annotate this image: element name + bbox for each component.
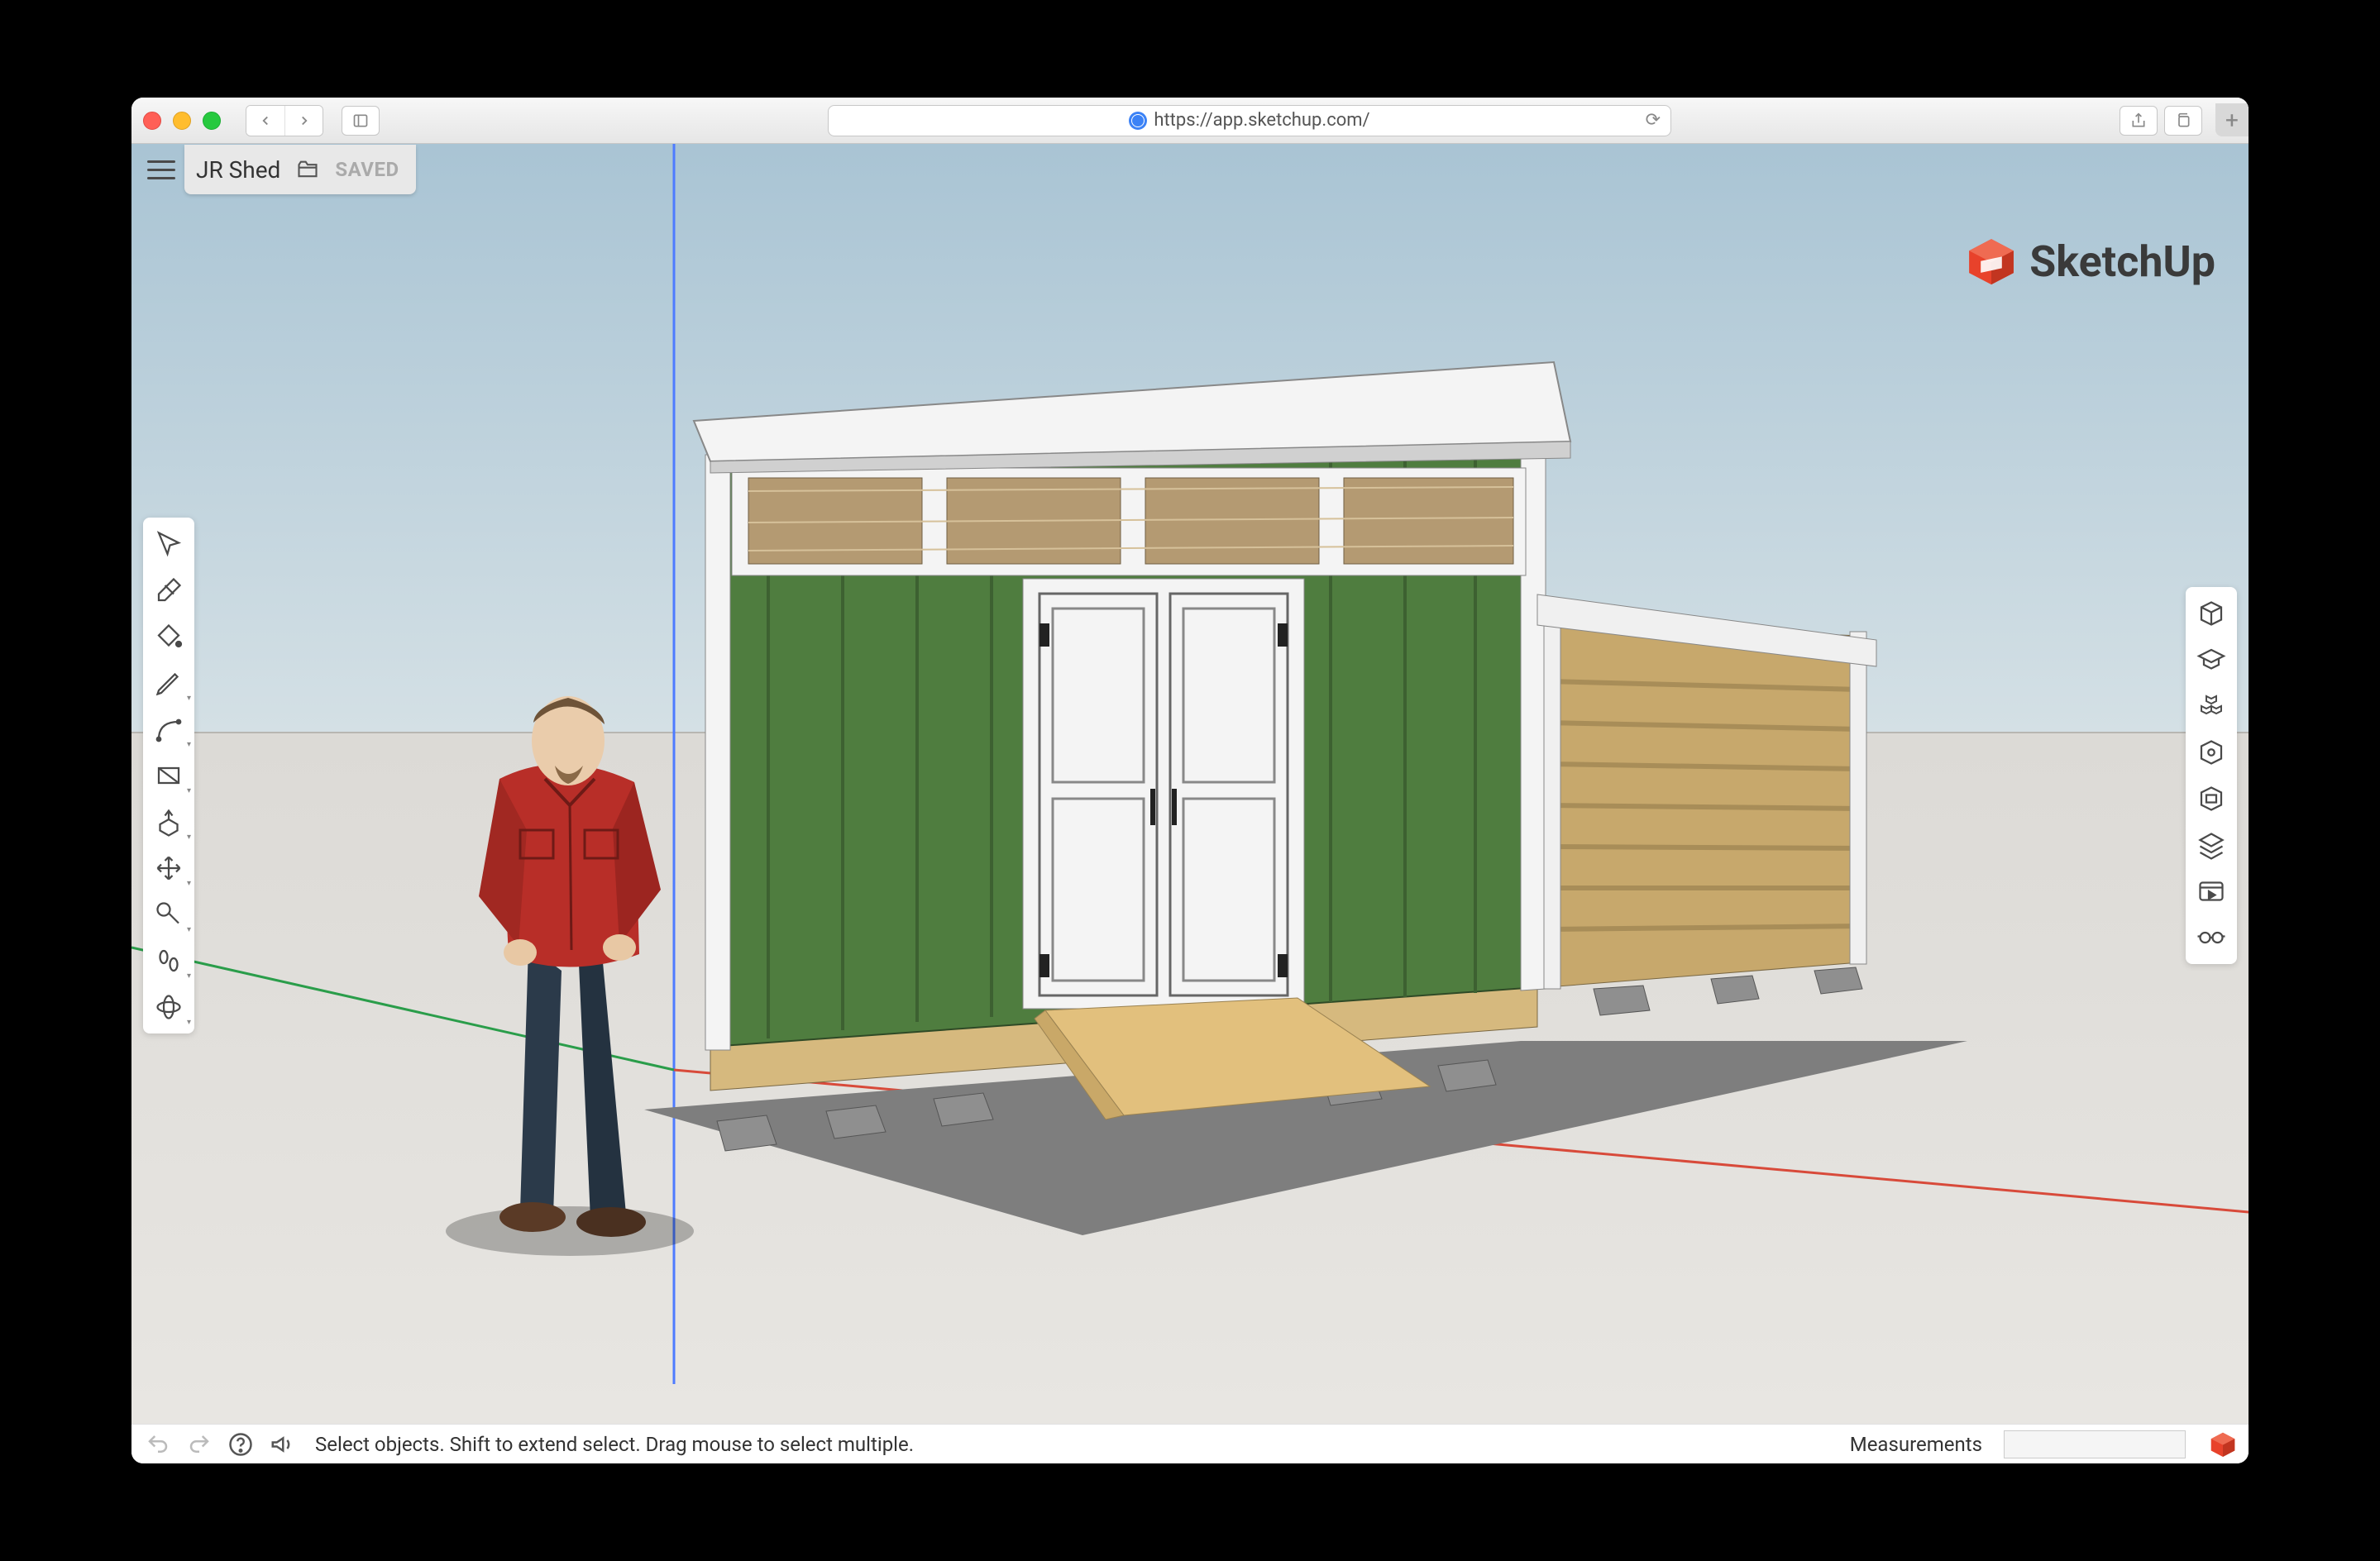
redo-button[interactable] [184,1430,214,1459]
file-name: JR Shed [196,156,280,184]
announce-button[interactable] [267,1430,297,1459]
right-toolbar [2186,587,2237,964]
back-button[interactable] [246,106,284,136]
sketchup-mini-logo-icon [2209,1430,2237,1458]
pencil-tool[interactable]: ▾ [143,660,194,706]
layers-panel[interactable] [2186,822,2237,868]
maximize-window-button[interactable] [203,112,221,130]
instructor-panel[interactable] [2186,637,2237,683]
walk-tool[interactable]: ▾ [143,938,194,984]
new-tab-button[interactable]: + [2215,103,2249,136]
share-button[interactable] [2120,106,2158,136]
saved-status: SAVED [335,158,399,181]
eraser-tool[interactable] [143,567,194,613]
move-tool[interactable]: ▾ [143,845,194,891]
status-hint: Select objects. Shift to extend select. … [315,1433,914,1456]
measurements-label: Measurements [1850,1433,1982,1456]
undo-button[interactable] [143,1430,173,1459]
select-tool[interactable] [143,521,194,567]
brand-name: SketchUp [2029,236,2215,287]
globe-icon [1129,112,1147,130]
status-bar: Select objects. Shift to extend select. … [131,1424,2249,1463]
menu-button[interactable] [138,146,184,193]
url-text: https://app.sketchup.com/ [1154,110,1369,131]
push-pull-tool[interactable]: ▾ [143,799,194,845]
sketchup-app: JR Shed SAVED SketchUp [131,144,2249,1463]
browser-right-controls: + [2120,104,2237,136]
minimize-window-button[interactable] [173,112,191,130]
app-header: JR Shed SAVED [131,144,416,195]
sketchup-logo-icon [1965,235,2018,288]
measurements-input[interactable] [2004,1430,2186,1458]
scenes-panel[interactable] [2186,868,2237,914]
viewport-3d[interactable] [131,144,2249,1424]
sidebar-toggle-button[interactable] [342,106,380,136]
file-tab[interactable]: JR Shed SAVED [184,145,416,194]
entity-info-panel[interactable] [2186,590,2237,637]
url-bar[interactable]: https://app.sketchup.com/ ⟳ [828,105,1671,136]
help-button[interactable] [226,1430,256,1459]
tabs-button[interactable] [2164,106,2202,136]
forward-button[interactable] [284,106,323,136]
reload-button[interactable]: ⟳ [1646,110,1661,131]
left-toolbar: ▾ ▾ ▾ ▾ ▾ ▾ ▾ ▾ [143,518,194,1034]
materials-panel[interactable] [2186,729,2237,776]
arc-tool[interactable]: ▾ [143,706,194,752]
brand-logo: SketchUp [1965,235,2215,288]
browser-chrome: https://app.sketchup.com/ ⟳ + [131,98,2249,144]
nav-buttons [246,105,323,136]
styles-panel[interactable] [2186,776,2237,822]
browser-window: https://app.sketchup.com/ ⟳ + JR Shed S [131,98,2249,1463]
tape-measure-tool[interactable]: ▾ [143,891,194,938]
close-window-button[interactable] [143,112,161,130]
components-panel[interactable] [2186,683,2237,729]
rectangle-tool[interactable]: ▾ [143,752,194,799]
traffic-lights [143,112,221,130]
folder-icon[interactable] [294,158,322,181]
orbit-tool[interactable]: ▾ [143,984,194,1030]
display-panel[interactable] [2186,914,2237,961]
paint-bucket-tool[interactable] [143,613,194,660]
